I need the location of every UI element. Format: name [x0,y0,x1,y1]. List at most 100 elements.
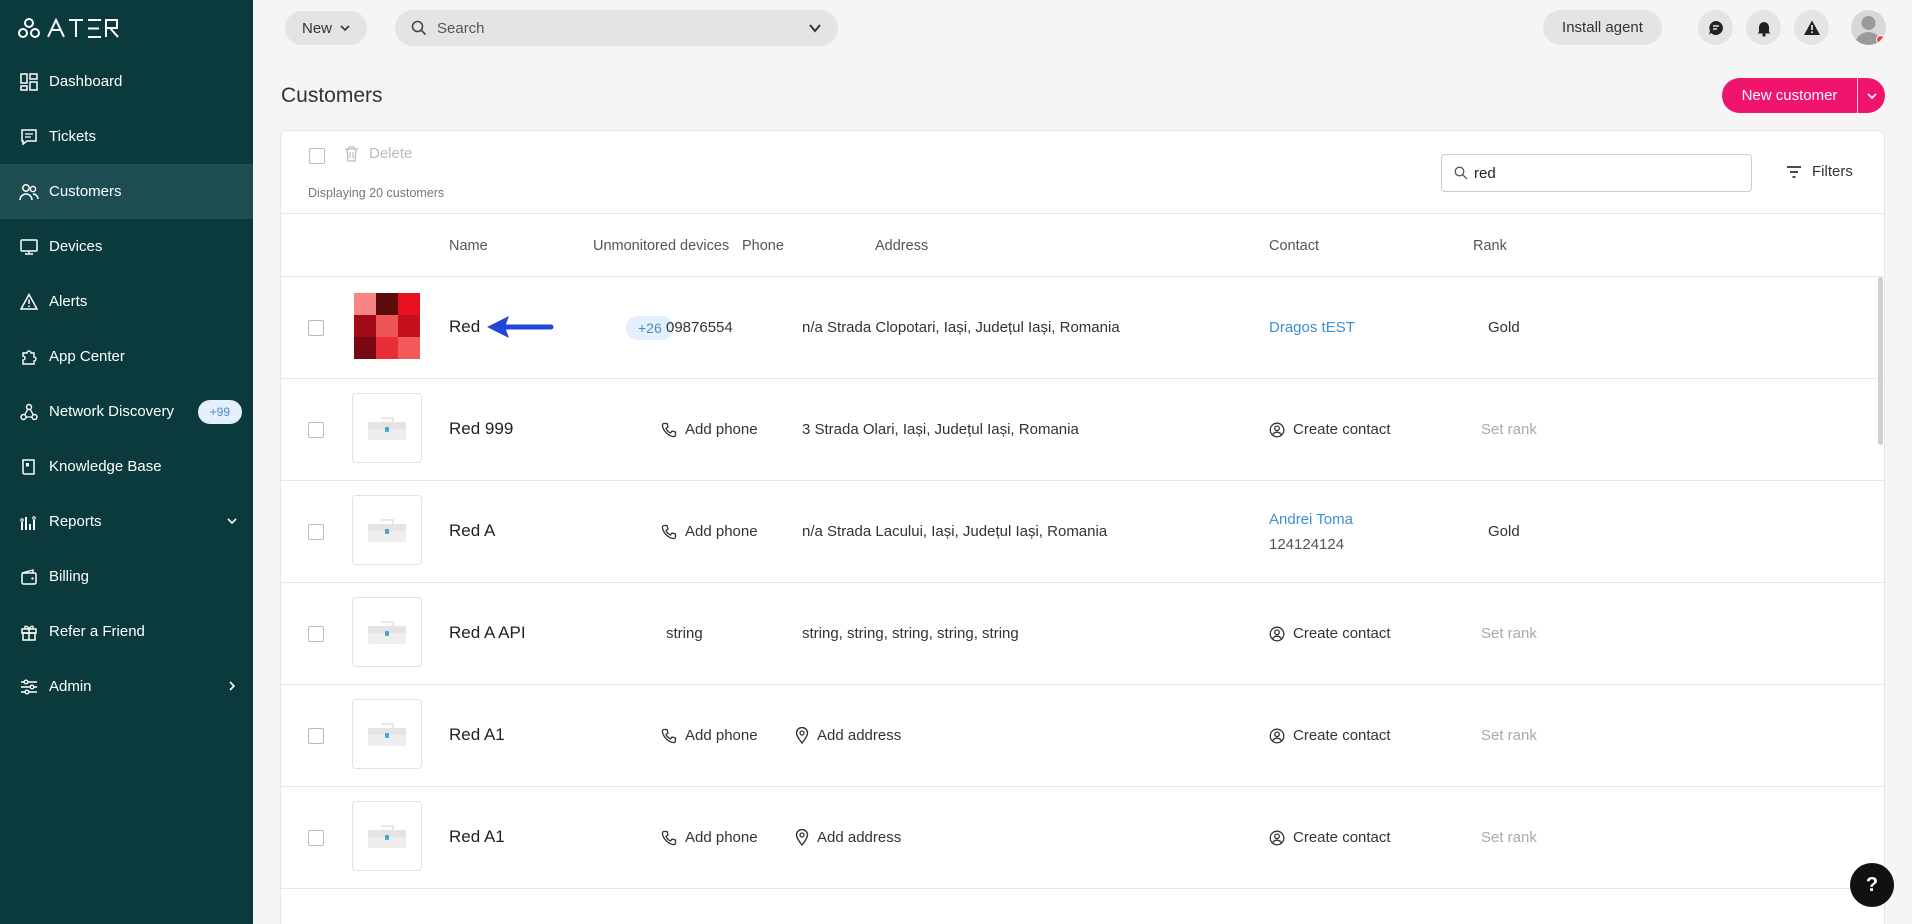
table-row[interactable]: Red A API string string, string, string, s… [281,583,1884,685]
create-contact-button[interactable]: Create contact [1269,421,1391,438]
select-all-checkbox[interactable] [309,148,325,164]
install-agent-button[interactable]: Install agent [1543,10,1662,45]
row-checkbox[interactable] [308,422,324,438]
customer-name[interactable]: Red A [449,521,495,541]
add-phone-button[interactable]: Add phone [661,829,758,846]
table-row[interactable]: Red A1 Add phone Add address Create contact… [281,685,1884,787]
add-address-button[interactable]: Add address [795,829,901,846]
add-address-button[interactable]: Add address [795,727,901,744]
filters-label: Filters [1812,163,1853,180]
customer-name[interactable]: Red 999 [449,419,513,439]
set-rank-button[interactable]: Set rank [1481,421,1537,438]
person-circle-icon [1269,830,1285,845]
customer-logo[interactable] [352,393,422,463]
sidebar-item-label: Knowledge Base [49,458,162,475]
customer-logo[interactable] [352,495,422,565]
customer-logo[interactable] [352,699,422,769]
atera-logo[interactable] [18,15,130,41]
row-checkbox[interactable] [308,524,324,540]
customer-name[interactable]: Red A1 [449,827,505,847]
create-contact-label: Create contact [1293,727,1391,744]
new-customer-button[interactable]: New customer [1722,87,1857,104]
sidebar-item-label: Alerts [49,293,88,310]
address-value: n/a Strada Clopotari, Iași, Județul Iași… [802,319,1120,336]
bell-icon[interactable] [1746,10,1781,45]
user-avatar[interactable] [1851,10,1886,45]
sidebar-item-alerts[interactable]: Alerts [0,274,253,329]
location-pin-icon [795,829,809,846]
column-header-phone[interactable]: Phone [742,238,784,254]
row-checkbox[interactable] [308,320,324,336]
sidebar-item-admin[interactable]: Admin [0,659,253,714]
delete-button[interactable]: Delete [344,145,412,162]
create-contact-button[interactable]: Create contact [1269,625,1391,642]
set-rank-button[interactable]: Set rank [1481,829,1537,846]
scrollbar-thumb[interactable] [1878,277,1883,445]
set-rank-button[interactable]: Set rank [1481,727,1537,744]
customer-logo[interactable] [352,597,422,667]
sidebar-item-reports[interactable]: Reports [0,494,253,549]
table-row[interactable]: Red A Add phone n/a Strada Lacului, Iași, … [281,481,1884,583]
sidebar-item-refer-a-friend[interactable]: Refer a Friend [0,604,253,659]
table-row[interactable]: Red 999 Add phone 3 Strada Olari, Iași, Ju… [281,379,1884,481]
default-customer-logo-icon [368,519,406,542]
create-contact-label: Create contact [1293,625,1391,642]
new-dropdown-button[interactable]: New [285,11,367,45]
add-address-label: Add address [817,829,902,846]
row-checkbox[interactable] [308,830,324,846]
status-dot [1876,35,1885,44]
column-header-name[interactable]: Name [449,238,488,254]
customer-filter-input[interactable]: red [1441,154,1752,192]
sidebar-item-billing[interactable]: Billing [0,549,253,604]
column-header-address[interactable]: Address [875,238,928,254]
create-contact-button[interactable]: Create contact [1269,727,1391,744]
help-button[interactable]: ? [1850,863,1894,907]
phone-value: string [666,625,703,642]
sidebar-item-tickets[interactable]: Tickets [0,109,253,164]
phone-icon [661,524,677,539]
table-toolbar: Delete Displaying 20 customers red Filte… [281,131,1884,214]
sidebar-item-knowledge-base[interactable]: Knowledge Base [0,439,253,494]
chevron-down-icon[interactable] [808,21,822,35]
create-contact-button[interactable]: Create contact [1269,829,1391,846]
add-phone-label: Add phone [685,727,758,744]
customer-logo[interactable] [352,801,422,871]
sidebar-nav: Dashboard Tickets Customers Devices Alerts Ap… [0,54,253,714]
warning-icon[interactable] [1794,10,1829,45]
chevron-down-icon[interactable] [225,514,239,528]
person-circle-icon [1269,728,1285,743]
customer-name[interactable]: Red A1 [449,725,505,745]
contact-link[interactable]: Andrei Toma [1269,511,1353,528]
set-rank-button[interactable]: Set rank [1481,625,1537,642]
sidebar-item-network-discovery[interactable]: Network Discovery +99 [0,384,253,439]
add-phone-button[interactable]: Add phone [661,523,758,540]
sidebar-item-devices[interactable]: Devices [0,219,253,274]
customer-logo[interactable] [352,291,422,361]
chevron-right-icon[interactable] [225,679,239,693]
add-phone-button[interactable]: Add phone [661,421,758,438]
dashboard-icon [18,71,40,93]
gift-icon [18,621,40,643]
global-search[interactable]: Search [395,10,838,46]
add-phone-button[interactable]: Add phone [661,727,758,744]
chat-icon[interactable] [1698,10,1733,45]
column-header-devices[interactable]: Unmonitored devices [593,238,729,254]
row-checkbox[interactable] [308,728,324,744]
contact-link[interactable]: Dragos tEST [1269,319,1355,336]
filters-button[interactable]: Filters [1786,163,1853,180]
network-icon [18,401,40,423]
add-address-label: Add address [817,727,902,744]
column-header-contact[interactable]: Contact [1269,238,1319,254]
sidebar-item-app-center[interactable]: App Center [0,329,253,384]
sidebar-item-label: Reports [49,513,102,530]
column-header-rank[interactable]: Rank [1473,238,1507,254]
sidebar-item-customers[interactable]: Customers [0,164,253,219]
filter-icon [1787,165,1801,178]
row-checkbox[interactable] [308,626,324,642]
sidebar-item-dashboard[interactable]: Dashboard [0,54,253,109]
customers-table-card: Delete Displaying 20 customers red Filte… [280,130,1885,924]
new-customer-dropdown[interactable] [1858,91,1885,101]
customer-name[interactable]: Red A API [449,623,526,643]
customer-name[interactable]: Red [449,317,480,337]
table-row[interactable]: Red A1 Add phone Add address Create contact… [281,787,1884,889]
